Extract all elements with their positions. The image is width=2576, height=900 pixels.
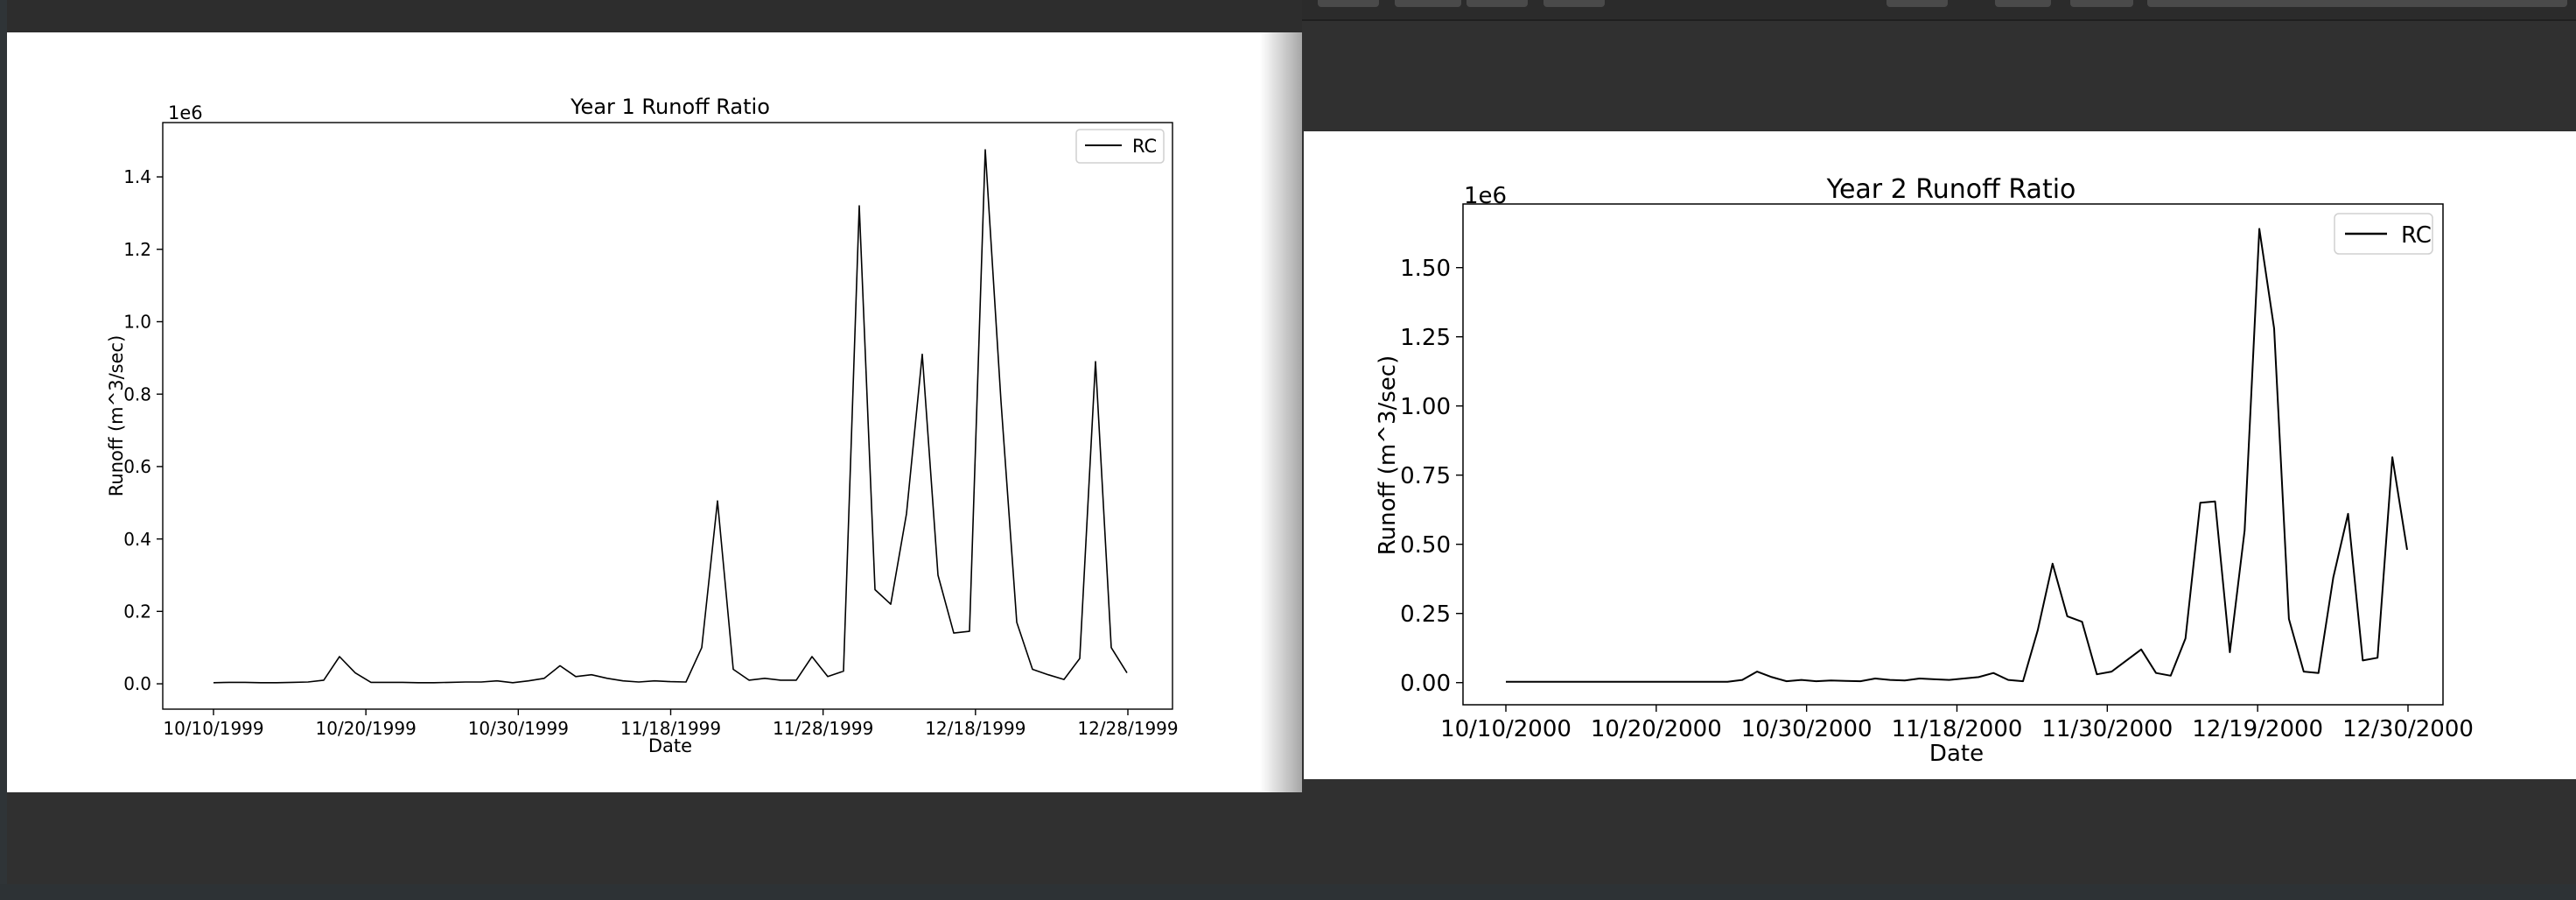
chart-year1: Year 1 Runoff Ratio 1e6 Date Runoff (m^3…	[106, 95, 1179, 756]
x-tick-label: 12/30/2000	[2342, 716, 2474, 742]
y-tick-label: 0.00	[1400, 671, 1451, 697]
y-tick-label: 0.50	[1400, 532, 1451, 559]
x-axis-ticks: 10/10/2000 10/20/2000 10/30/2000 11/18/2000…	[1440, 705, 2474, 742]
plot-frame	[1462, 203, 2444, 706]
series-line-rc	[1506, 228, 2408, 683]
x-tick-label: 10/30/2000	[1741, 716, 1872, 742]
x-tick-label: 11/28/1999	[773, 718, 873, 739]
y-tick-label: 1.4	[123, 166, 151, 187]
y-offset-label: 1e6	[168, 102, 203, 123]
chart-title: Year 2 Runoff Ratio	[1826, 174, 2076, 205]
y-tick-label: 1.0	[123, 312, 151, 333]
x-tick-label: 10/20/1999	[316, 718, 416, 739]
x-axis-label: Date	[1929, 741, 1984, 767]
y-tick-label: 0.2	[123, 601, 151, 622]
legend: RC	[2334, 213, 2433, 255]
y-axis-ticks: 0.00 0.25 0.50 0.75 1.00 1.25 1.50	[1400, 256, 1463, 697]
legend-label: RC	[1132, 136, 1157, 157]
x-tick-label: 11/18/1999	[620, 718, 721, 739]
y-tick-label: 0.25	[1400, 601, 1451, 628]
y-axis-ticks: 0.0 0.2 0.4 0.6 0.8 1.0 1.2 1.4	[123, 166, 163, 694]
y-tick-label: 1.2	[123, 239, 151, 260]
plot-lines	[213, 149, 1128, 684]
x-tick-label: 12/19/2000	[2192, 716, 2323, 742]
chart-year2: Year 2 Runoff Ratio 1e6 Date Runoff (m^3…	[1375, 174, 2474, 767]
y-tick-label: 1.00	[1400, 394, 1451, 420]
legend: RC	[1075, 129, 1165, 164]
y-tick-label: 0.4	[123, 529, 151, 550]
x-tick-label: 11/18/2000	[1892, 716, 2023, 742]
y-tick-label: 0.75	[1400, 463, 1451, 489]
x-tick-label: 12/28/1999	[1077, 718, 1178, 739]
y-tick-label: 1.25	[1400, 325, 1451, 351]
x-tick-label: 11/30/2000	[2041, 716, 2173, 742]
x-tick-label: 10/10/1999	[163, 718, 263, 739]
plot-frame	[162, 122, 1173, 710]
y-tick-label: 1.50	[1400, 256, 1451, 282]
x-axis-ticks: 10/10/1999 10/20/1999 10/30/1999 11/18/1999…	[163, 709, 1179, 739]
plot-lines	[1506, 228, 2408, 683]
y-axis-label: Runoff (m^3/sec)	[1375, 355, 1401, 555]
y-tick-label: 0.0	[123, 673, 151, 694]
y-tick-label: 0.8	[123, 383, 151, 404]
y-offset-label: 1e6	[1464, 183, 1507, 209]
x-tick-label: 10/30/1999	[468, 718, 569, 739]
x-tick-label: 10/10/2000	[1440, 716, 1572, 742]
desktop-bottom-strip	[0, 884, 2576, 900]
legend-label: RC	[2401, 222, 2432, 249]
series-line-rc	[213, 149, 1128, 684]
chart-title: Year 1 Runoff Ratio	[570, 95, 770, 119]
y-tick-label: 0.6	[123, 456, 151, 477]
x-tick-label: 10/20/2000	[1591, 716, 1722, 742]
x-tick-label: 12/18/1999	[925, 718, 1026, 739]
